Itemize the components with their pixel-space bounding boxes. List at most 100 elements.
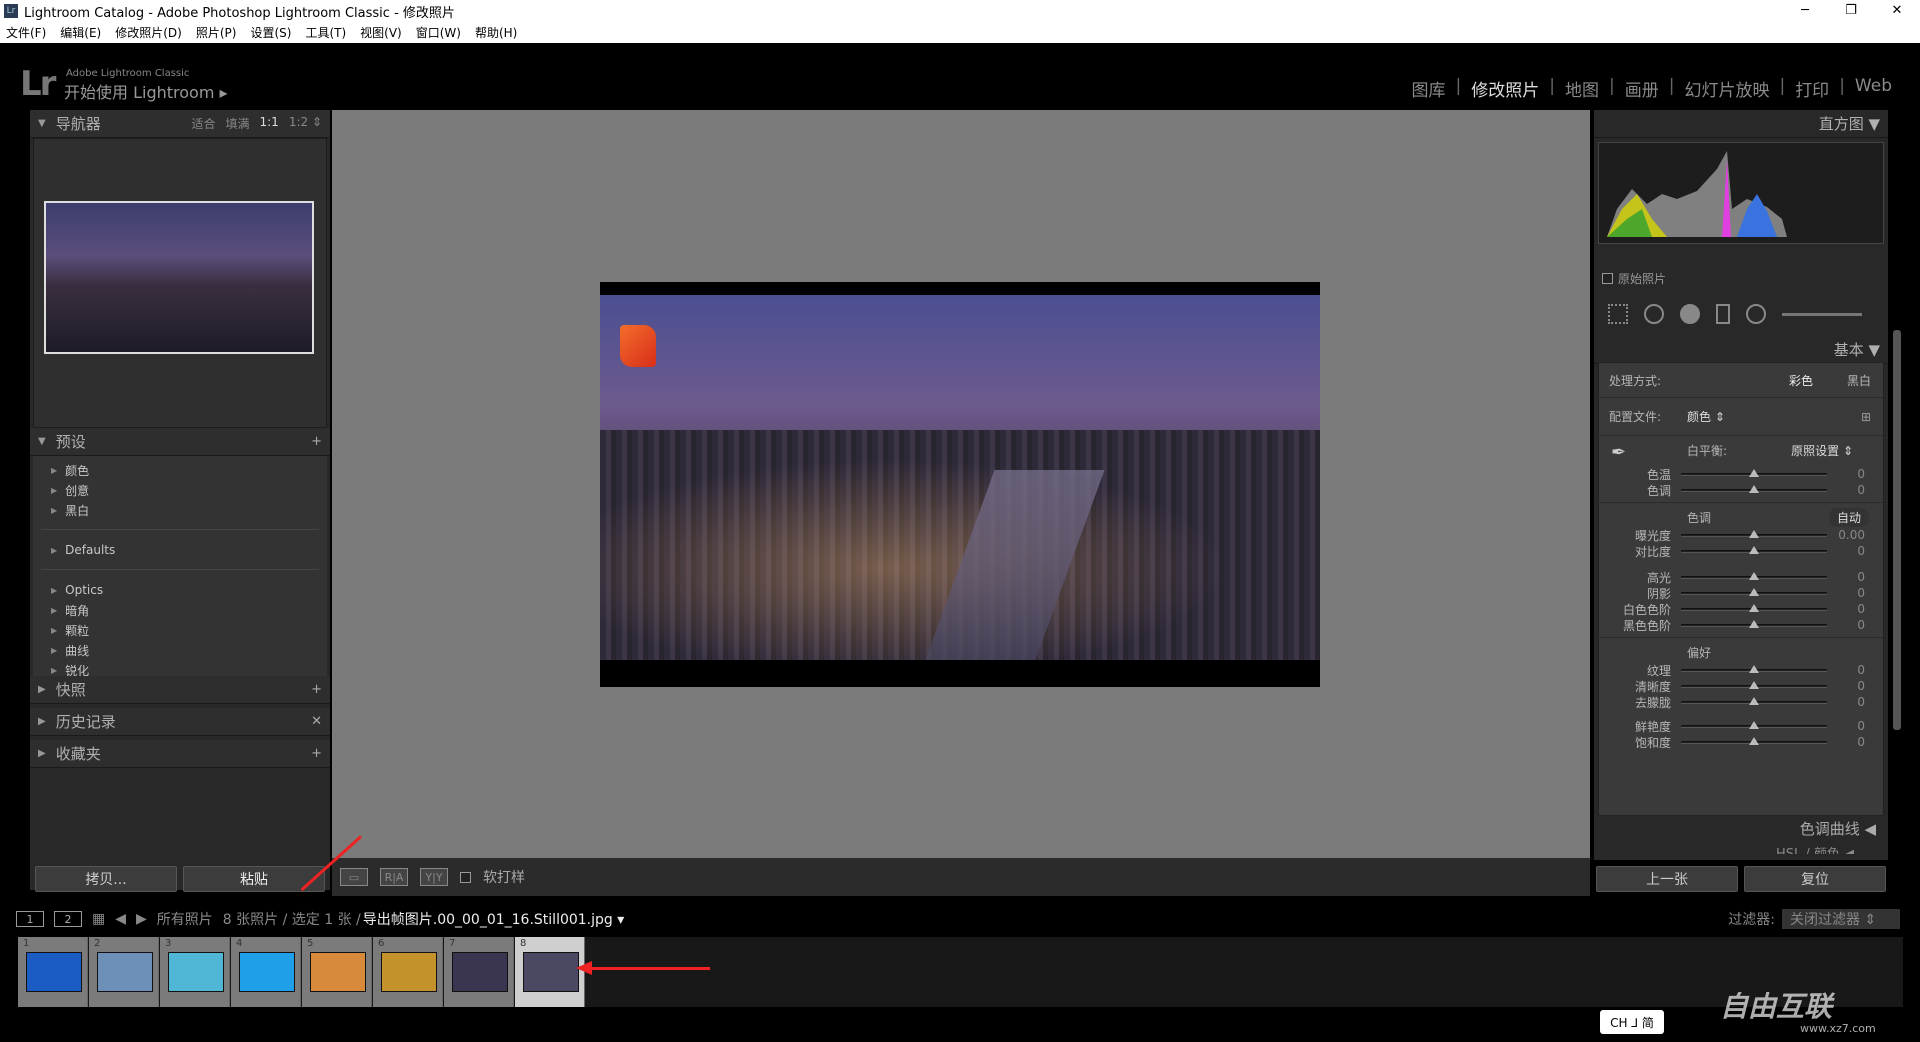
- slider-value[interactable]: 0: [1827, 467, 1865, 481]
- navigator-thumbnail[interactable]: [44, 201, 314, 354]
- slider-track[interactable]: [1681, 603, 1827, 612]
- soft-proof-checkbox[interactable]: [460, 871, 471, 883]
- slider-track[interactable]: [1681, 468, 1827, 477]
- right-panel-scrollbar[interactable]: [1893, 330, 1901, 730]
- ime-indicator[interactable]: CH ⅃ 简: [1600, 1010, 1664, 1034]
- main-photo[interactable]: [600, 282, 1320, 687]
- filmstrip-thumbnail[interactable]: 5: [302, 937, 372, 1007]
- module-map[interactable]: 地图: [1555, 76, 1609, 101]
- zoom-fit[interactable]: 适合: [191, 115, 215, 132]
- module-print[interactable]: 打印: [1785, 76, 1839, 101]
- history-header[interactable]: ▶ 历史记录 ✕: [30, 708, 330, 736]
- tone-curve-header[interactable]: 色调曲线 ◀: [1598, 816, 1884, 840]
- slider-value[interactable]: 0: [1827, 735, 1865, 749]
- profile-dropdown[interactable]: 颜色 ⇕: [1687, 408, 1725, 425]
- navigator-preview[interactable]: [33, 138, 327, 428]
- slider-value[interactable]: 0: [1827, 570, 1865, 584]
- zoom-1-2[interactable]: 1:2 ⇕: [289, 115, 322, 132]
- slider-handle[interactable]: [1749, 587, 1759, 596]
- radial-filter-icon[interactable]: [1746, 304, 1766, 324]
- previous-button[interactable]: 上一张: [1596, 866, 1738, 892]
- filmstrip-thumbnail[interactable]: 1: [18, 937, 88, 1007]
- slider-track[interactable]: [1681, 587, 1827, 596]
- slider-handle[interactable]: [1749, 529, 1759, 538]
- slider-value[interactable]: 0: [1827, 679, 1865, 693]
- module-slideshow[interactable]: 幻灯片放映: [1674, 76, 1779, 101]
- menu-edit[interactable]: 编辑(E): [60, 24, 101, 41]
- preset-folder[interactable]: ▶ 颜色: [33, 460, 327, 480]
- slider-value[interactable]: 0: [1827, 602, 1865, 616]
- graduated-filter-icon[interactable]: [1716, 304, 1730, 324]
- auto-tone-button[interactable]: 自动: [1828, 507, 1869, 527]
- slider-value[interactable]: 0: [1827, 483, 1865, 497]
- preset-folder[interactable]: ▶ 暗角: [33, 600, 327, 620]
- crop-tool-icon[interactable]: [1608, 304, 1628, 324]
- menu-window[interactable]: 窗口(W): [416, 24, 461, 41]
- treatment-color[interactable]: 彩色: [1789, 372, 1813, 389]
- presets-header[interactable]: ▼ 预设 +: [30, 428, 330, 456]
- filmstrip-thumbnail[interactable]: 7: [444, 937, 514, 1007]
- histogram[interactable]: [1598, 142, 1884, 244]
- filmstrip-thumbnail[interactable]: 2: [89, 937, 159, 1007]
- wb-dropdown[interactable]: 原照设置 ⇕: [1791, 442, 1853, 459]
- grid-icon[interactable]: ▦: [92, 911, 105, 927]
- treatment-bw[interactable]: 黑白: [1847, 372, 1871, 389]
- slider-value[interactable]: 0: [1827, 618, 1865, 632]
- preset-folder[interactable]: ▶ 曲线: [33, 640, 327, 660]
- collections-header[interactable]: ▶ 收藏夹 +: [30, 740, 330, 768]
- slider-value[interactable]: 0: [1827, 695, 1865, 709]
- basic-header[interactable]: 基本 ▼: [1594, 336, 1888, 364]
- slider-value[interactable]: 0.00: [1827, 528, 1865, 542]
- before-after-button[interactable]: R|A: [380, 868, 408, 886]
- slider-handle[interactable]: [1749, 571, 1759, 580]
- filmstrip-thumbnail[interactable]: 4: [231, 937, 301, 1007]
- zoom-fill[interactable]: 填满: [225, 115, 249, 132]
- preset-folder[interactable]: ▶ Optics: [33, 580, 327, 600]
- menu-tools[interactable]: 工具(T): [305, 24, 346, 41]
- close-button[interactable]: ✕: [1874, 0, 1920, 22]
- preset-folder[interactable]: ▶ 颗粒: [33, 620, 327, 640]
- slider-track[interactable]: [1681, 680, 1827, 689]
- filter-dropdown[interactable]: 关闭过滤器 ⇕: [1782, 909, 1900, 929]
- back-arrow-icon[interactable]: ◀: [115, 911, 126, 927]
- menu-help[interactable]: 帮助(H): [475, 24, 517, 41]
- preset-folder[interactable]: ▶ 创意: [33, 480, 327, 500]
- minimize-button[interactable]: ─: [1782, 0, 1828, 22]
- slider-track[interactable]: [1681, 696, 1827, 705]
- menu-file[interactable]: 文件(F): [6, 24, 46, 41]
- screen-2-button[interactable]: 2: [54, 911, 82, 927]
- preset-folder[interactable]: ▶ Defaults: [33, 540, 327, 560]
- maximize-button[interactable]: ❐: [1828, 0, 1874, 22]
- slider-value[interactable]: 0: [1827, 719, 1865, 733]
- slider-track[interactable]: [1681, 736, 1827, 745]
- slider-handle[interactable]: [1749, 619, 1759, 628]
- copy-button[interactable]: 拷贝...: [35, 866, 177, 892]
- brush-slider[interactable]: [1782, 312, 1862, 316]
- loupe-view-button[interactable]: ▭: [340, 868, 368, 886]
- clear-history-button[interactable]: ✕: [311, 714, 322, 729]
- slider-track[interactable]: [1681, 545, 1827, 554]
- preset-folder[interactable]: ▶ 黑白: [33, 500, 327, 520]
- slider-track[interactable]: [1681, 720, 1827, 729]
- slider-track[interactable]: [1681, 619, 1827, 628]
- screen-1-button[interactable]: 1: [16, 911, 44, 927]
- slider-handle[interactable]: [1749, 468, 1759, 477]
- filmstrip-thumbnail[interactable]: 3: [160, 937, 230, 1007]
- slider-value[interactable]: 0: [1827, 663, 1865, 677]
- spot-removal-icon[interactable]: [1644, 304, 1664, 324]
- menu-photo[interactable]: 照片(P): [196, 24, 237, 41]
- filename[interactable]: 导出帧图片.00_00_01_16.Still001.jpg ▾: [363, 909, 625, 929]
- snapshots-header[interactable]: ▶ 快照 +: [30, 676, 330, 704]
- hsl-header[interactable]: HSL / 颜色 ◀: [1598, 844, 1884, 854]
- add-collection-button[interactable]: +: [311, 746, 322, 761]
- add-snapshot-button[interactable]: +: [311, 682, 322, 697]
- module-develop[interactable]: 修改照片: [1461, 76, 1549, 101]
- forward-arrow-icon[interactable]: ▶: [136, 911, 147, 927]
- slider-handle[interactable]: [1749, 545, 1759, 554]
- reset-button[interactable]: 复位: [1744, 866, 1886, 892]
- zoom-1-1[interactable]: 1:1: [260, 115, 279, 132]
- slider-value[interactable]: 0: [1827, 586, 1865, 600]
- slider-handle[interactable]: [1749, 603, 1759, 612]
- menu-view[interactable]: 视图(V): [360, 24, 402, 41]
- slider-handle[interactable]: [1749, 484, 1759, 493]
